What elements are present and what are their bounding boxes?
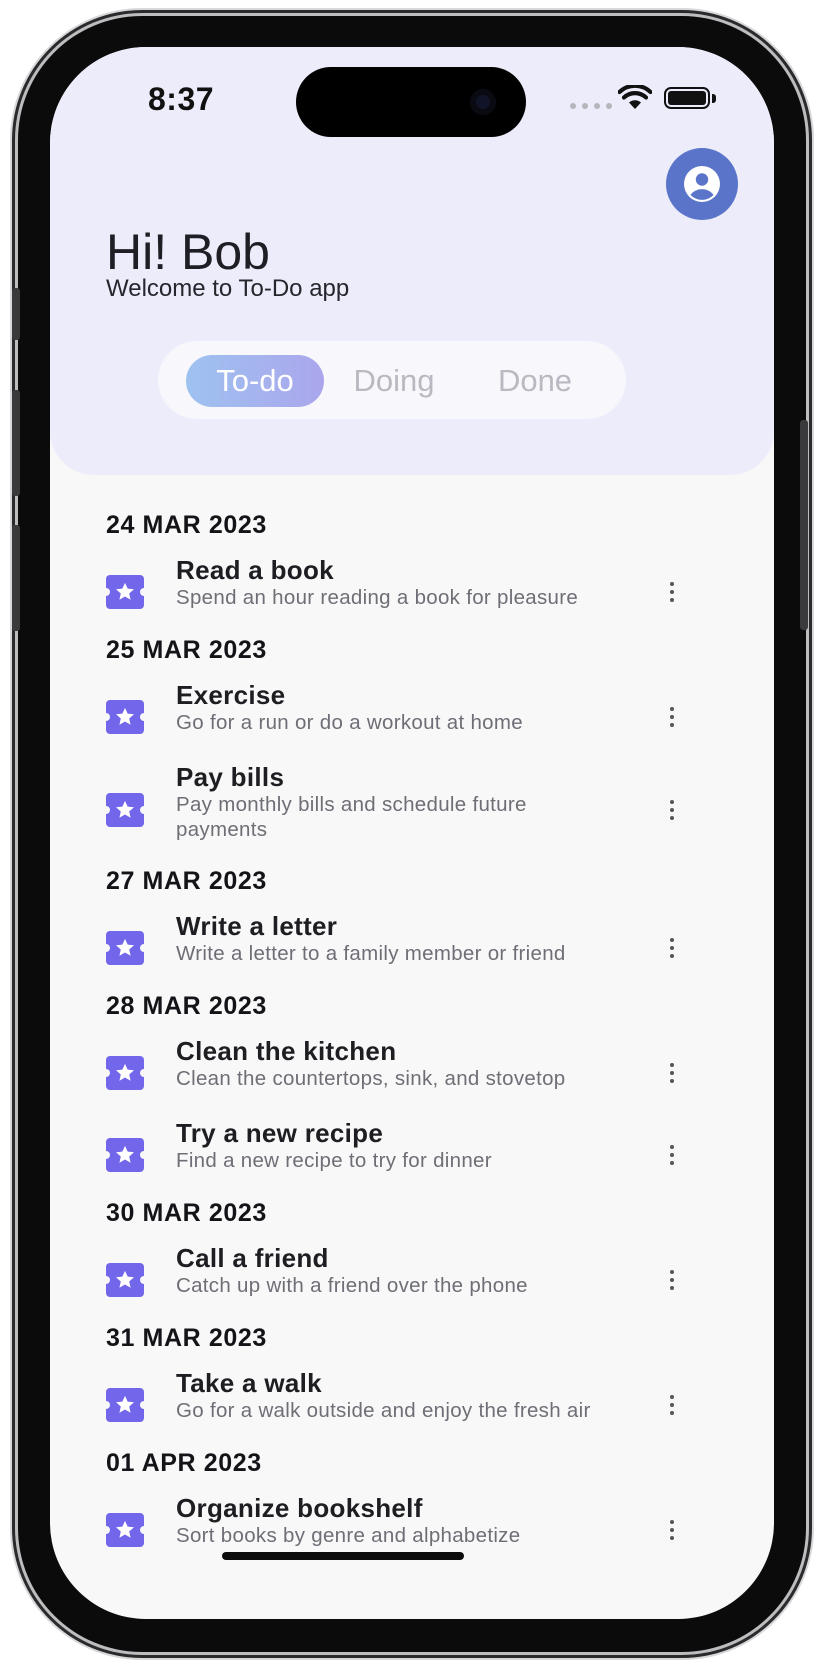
date-header: 25 MAR 2023 (106, 636, 267, 664)
task-title: Organize bookshelf (176, 1493, 423, 1523)
more-vertical-icon[interactable] (662, 1515, 682, 1545)
task-title: Exercise (176, 680, 286, 710)
task-title: Read a book (176, 555, 334, 585)
more-vertical-icon[interactable] (662, 933, 682, 963)
task-title: Clean the kitchen (176, 1036, 397, 1066)
task-item[interactable]: Take a walk Go for a walk outside and en… (106, 1368, 726, 1428)
task-description: Sort books by genre and alphabetize (176, 1524, 521, 1547)
signal-dots-icon (570, 103, 612, 109)
task-item[interactable]: Organize bookshelf Sort books by genre a… (106, 1493, 726, 1553)
ticket-star-icon (106, 1056, 144, 1090)
profile-button[interactable] (666, 148, 738, 220)
task-item[interactable]: Exercise Go for a run or do a workout at… (106, 680, 726, 740)
task-title: Write a letter (176, 911, 338, 941)
date-header: 01 APR 2023 (106, 1449, 262, 1477)
status-time: 8:37 (148, 81, 215, 117)
more-vertical-icon[interactable] (662, 795, 682, 825)
more-vertical-icon[interactable] (662, 1265, 682, 1295)
ticket-star-icon (106, 1263, 144, 1297)
task-description: Catch up with a friend over the phone (176, 1274, 528, 1297)
ticket-star-icon (106, 793, 144, 827)
task-title: Pay bills (176, 762, 285, 792)
more-vertical-icon[interactable] (662, 702, 682, 732)
task-title: Take a walk (176, 1368, 322, 1398)
task-item[interactable]: Read a book Spend an hour reading a book… (106, 555, 726, 615)
ticket-star-icon (106, 1138, 144, 1172)
task-description: Write a letter to a family member or fri… (176, 942, 566, 965)
task-item[interactable]: Pay bills Pay monthly bills and schedule… (106, 762, 726, 846)
date-header: 28 MAR 2023 (106, 992, 267, 1020)
more-vertical-icon[interactable] (662, 577, 682, 607)
welcome-subtitle: Welcome to To-Do app (106, 275, 350, 302)
tab-done[interactable]: Done (482, 355, 588, 407)
ticket-star-icon (106, 575, 144, 609)
ticket-star-icon (106, 1388, 144, 1422)
header: 8:37 Hi! Bob Welcome to To-Do app To-do … (50, 47, 774, 475)
wifi-icon (618, 85, 652, 109)
date-header: 27 MAR 2023 (106, 867, 267, 895)
status-tabs: To-do Doing Done (158, 341, 626, 419)
tab-doing[interactable]: Doing (342, 355, 446, 407)
home-indicator[interactable] (222, 1552, 464, 1560)
battery-cap (712, 94, 716, 103)
battery-icon (664, 87, 710, 109)
task-title: Try a new recipe (176, 1118, 384, 1148)
more-vertical-icon[interactable] (662, 1390, 682, 1420)
action-button (12, 288, 20, 340)
task-item[interactable]: Clean the kitchen Clean the countertops,… (106, 1036, 726, 1096)
ticket-star-icon (106, 1513, 144, 1547)
ticket-star-icon (106, 700, 144, 734)
tab-todo[interactable]: To-do (186, 355, 324, 407)
task-description: Find a new recipe to try for dinner (176, 1149, 492, 1172)
date-header: 30 MAR 2023 (106, 1199, 267, 1227)
task-description: Spend an hour reading a book for pleasur… (176, 586, 579, 609)
power-button (800, 420, 808, 630)
task-description: Clean the countertops, sink, and stoveto… (176, 1067, 566, 1090)
more-vertical-icon[interactable] (662, 1058, 682, 1088)
task-item[interactable]: Write a letter Write a letter to a famil… (106, 911, 726, 971)
more-vertical-icon[interactable] (662, 1140, 682, 1170)
date-header: 31 MAR 2023 (106, 1324, 267, 1352)
task-description: Go for a walk outside and enjoy the fres… (176, 1399, 591, 1422)
task-title: Call a friend (176, 1243, 329, 1273)
volume-up-button (12, 390, 20, 496)
volume-down-button (12, 525, 20, 631)
date-header: 24 MAR 2023 (106, 511, 267, 539)
user-circle-icon (684, 166, 720, 202)
task-item[interactable]: Try a new recipe Find a new recipe to tr… (106, 1118, 726, 1178)
task-description: Go for a run or do a workout at home (176, 711, 523, 734)
greeting-title: Hi! Bob (106, 224, 270, 280)
task-item[interactable]: Call a friend Catch up with a friend ove… (106, 1243, 726, 1303)
camera-icon (470, 89, 496, 115)
task-description: Pay monthly bills and schedule future pa… (176, 793, 527, 841)
app-screen: 8:37 Hi! Bob Welcome to To-Do app To-do … (50, 47, 774, 1619)
ticket-star-icon (106, 931, 144, 965)
dynamic-island (296, 67, 526, 137)
